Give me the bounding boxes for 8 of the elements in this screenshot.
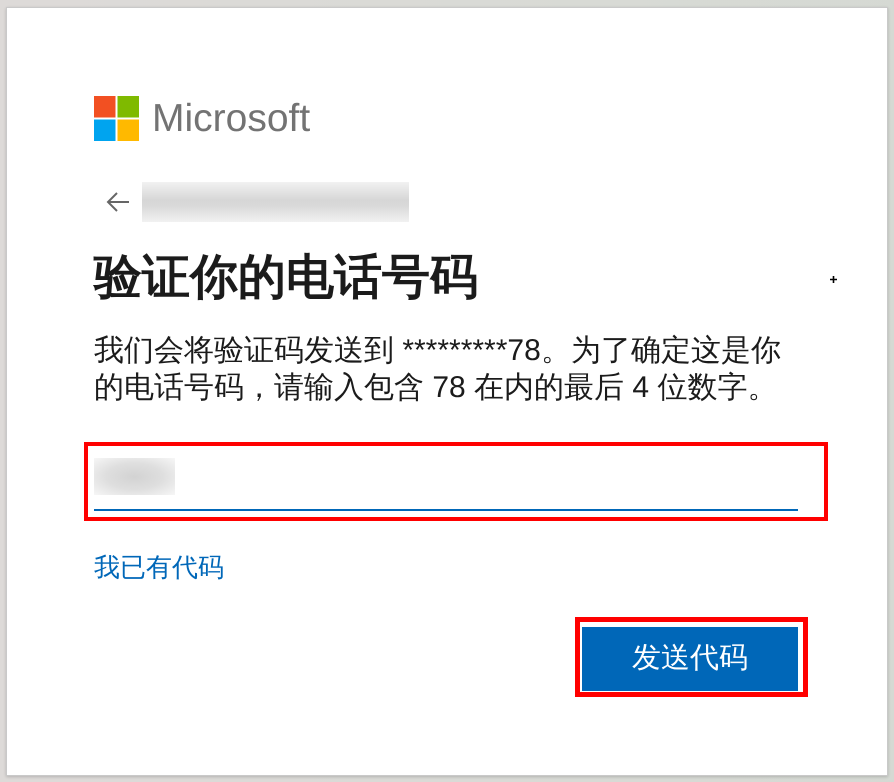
brand-name: Microsoft: [152, 99, 310, 138]
send-code-button[interactable]: 发送代码: [582, 627, 798, 691]
page-heading: 验证你的电话号码: [94, 250, 479, 306]
crosshair-icon: [830, 276, 837, 283]
description-text: 我们会将验证码发送到 *********78。为了确定这是你的电话号码，请输入包含 78 在内的最后 4 位数字。: [94, 333, 782, 406]
logo-icon: [94, 96, 139, 141]
have-code-link[interactable]: 我已有代码: [94, 551, 224, 583]
back-arrow-icon[interactable]: [106, 191, 130, 213]
